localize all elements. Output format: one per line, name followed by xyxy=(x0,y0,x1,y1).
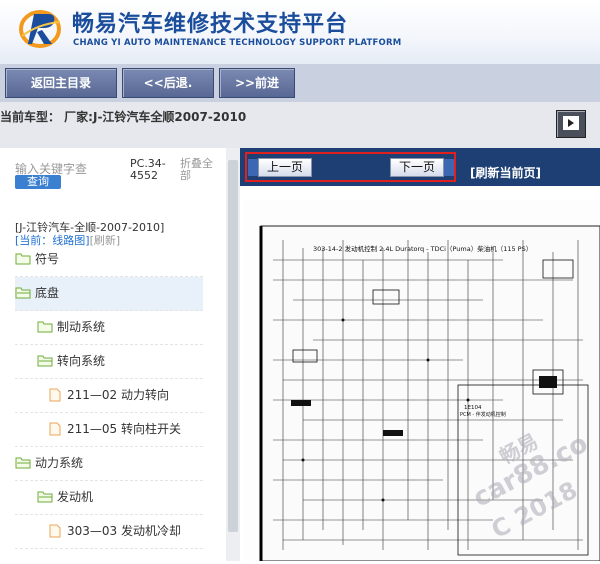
tree-item-label: 303—03 发动机冷却 xyxy=(67,524,181,538)
pc-code-label: PC.34-4552 xyxy=(130,157,166,182)
tree-item-powertrain[interactable]: 动力系统 xyxy=(15,447,203,481)
nav-bar: 返回主目录 <<后退. >>前进 xyxy=(0,64,600,102)
back-button[interactable]: <<后退. xyxy=(122,68,214,98)
folder-open-icon xyxy=(37,355,53,367)
diagram-component-label: PCM - 伴发动机控制 xyxy=(460,412,506,418)
tree-item-label: 211—05 转向柱开关 xyxy=(67,422,181,436)
tree-item-engine[interactable]: 发动机 xyxy=(15,481,203,515)
tree-item-label: 动力系统 xyxy=(35,456,84,470)
diagram-title: 303-14-2 发动机控制 2.4L Duratorq - TDCi（Puma… xyxy=(313,245,533,253)
folder-icon xyxy=(37,321,53,333)
tree-item-chassis[interactable]: 底盘 xyxy=(15,277,203,311)
tree-item-symbols[interactable]: 符号 xyxy=(15,243,203,277)
current-model-label: 当前车型： 厂家:J-江铃汽车全顺2007-2010 xyxy=(0,110,247,124)
next-page-button[interactable]: 下一页 xyxy=(390,158,444,177)
folder-open-icon xyxy=(15,287,31,299)
tree-item-label: 发动机 xyxy=(57,490,94,504)
tree-item-engine-cooling[interactable]: 303—03 发动机冷却 xyxy=(15,515,203,549)
tree-item-power-steering[interactable]: 211—02 动力转向 xyxy=(15,379,203,413)
tree-item-label: 转向系统 xyxy=(57,354,106,368)
sidebar-scroll-thumb[interactable] xyxy=(228,160,238,532)
tree-item-brake-system[interactable]: 制动系统 xyxy=(15,311,203,345)
folder-icon xyxy=(15,253,31,265)
cy-logo-icon xyxy=(19,10,61,48)
toggle-panel-button[interactable] xyxy=(556,110,586,138)
prev-page-button[interactable]: 上一页 xyxy=(258,158,312,177)
forward-button[interactable]: >>前进 xyxy=(219,68,295,98)
tree-item-label: 底盘 xyxy=(35,286,60,300)
sidebar: 输入关键字查 查询 PC.34-4552 折叠全部 [J-江铃汽车-全顺-200… xyxy=(0,148,240,561)
folder-open-icon xyxy=(15,457,31,469)
folder-open-icon xyxy=(37,491,53,503)
app-title: 畅易汽车维修技术支持平台 xyxy=(72,12,349,37)
toggle-arrow-icon xyxy=(563,116,579,130)
document-icon xyxy=(49,388,61,402)
tree-item-label: 制动系统 xyxy=(57,320,106,334)
tree-item-label: 211—02 动力转向 xyxy=(67,388,169,402)
model-bar: 当前车型： 厂家:J-江铃汽车全顺2007-2010 xyxy=(0,102,600,148)
tree-item-steering-column-switch[interactable]: 211—05 转向柱开关 xyxy=(15,413,203,447)
arrow-left-icon[interactable] xyxy=(248,159,258,176)
search-button[interactable]: 查询 xyxy=(15,175,61,189)
tree-item-steering-system[interactable]: 转向系统 xyxy=(15,345,203,379)
back-to-main-button[interactable]: 返回主目录 xyxy=(5,68,117,98)
document-icon xyxy=(49,422,61,436)
document-icon xyxy=(49,524,61,538)
app-subtitle: CHANG YI AUTO MAINTENANCE TECHNOLOGY SUP… xyxy=(73,38,402,48)
collapse-all-link[interactable]: 折叠全部 xyxy=(180,158,220,182)
refresh-page-link[interactable]: [刷新当前页] xyxy=(470,164,541,181)
app-header: 畅易汽车维修技术支持平台 CHANG YI AUTO MAINTENANCE T… xyxy=(0,0,600,64)
arrow-right-icon[interactable] xyxy=(444,159,454,176)
tree-item-label: 符号 xyxy=(35,252,60,266)
